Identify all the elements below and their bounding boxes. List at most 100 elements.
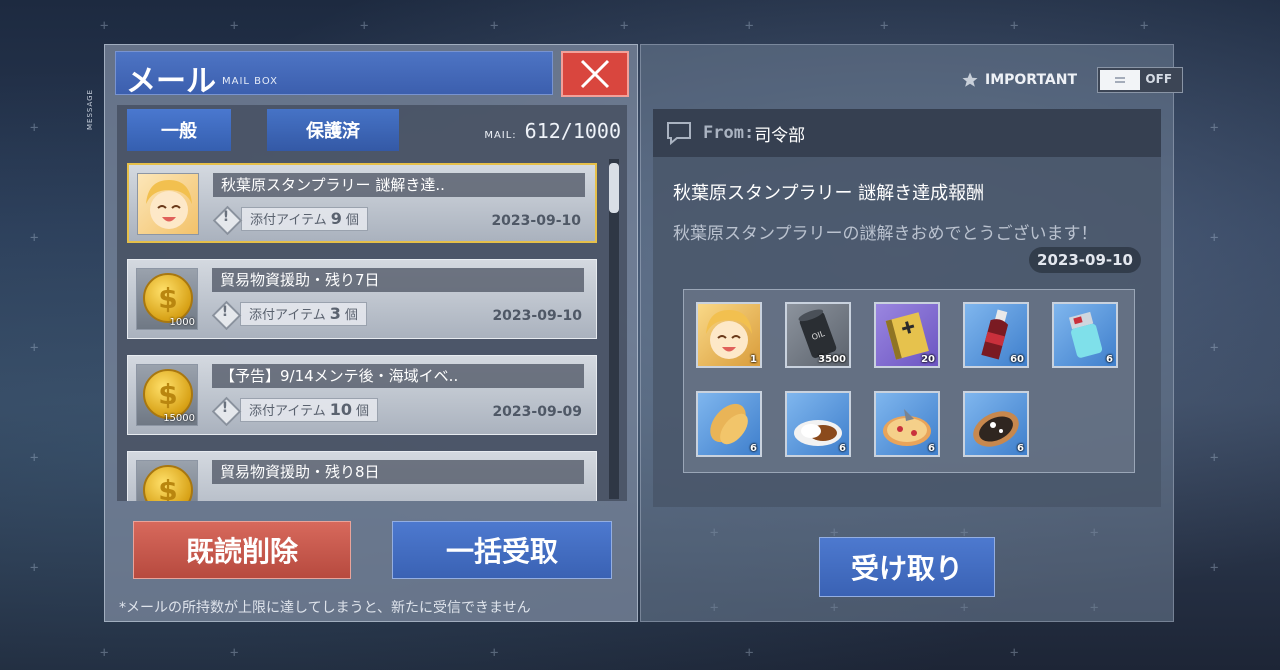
tab-protected[interactable]: 保護済 bbox=[267, 109, 399, 151]
grid-cross: + bbox=[1210, 340, 1219, 356]
grid-cross: + bbox=[230, 18, 239, 34]
mail-item[interactable]: 秋葉原スタンプラリー 謎解き達..! 添付アイテム 9 個 2023-09-10 bbox=[127, 163, 597, 243]
grid-cross: + bbox=[230, 645, 239, 661]
toggle-state: OFF bbox=[1145, 72, 1173, 86]
mail-item[interactable]: $15000 【予告】9/14メンテ後・海域イベ..! 添付アイテム 10 個 2023-… bbox=[127, 355, 597, 435]
grid-cross: + bbox=[30, 340, 39, 356]
grid-cross: + bbox=[360, 18, 369, 34]
grid-cross: + bbox=[30, 450, 39, 466]
grid-cross: + bbox=[880, 18, 889, 34]
detail-title: 秋葉原スタンプラリー 謎解き達成報酬 bbox=[673, 183, 985, 204]
exclamation-icon: ! bbox=[213, 206, 239, 232]
grid-cross: + bbox=[1010, 645, 1019, 661]
coin-icon: $1000 bbox=[136, 268, 198, 330]
delete-read-button[interactable]: 既読削除 bbox=[133, 521, 351, 579]
grid-cross: + bbox=[100, 645, 109, 661]
attached-items: 1 OIL 3500 20 60 6 6 6 6 6 bbox=[683, 289, 1135, 473]
attach-count: 添付アイテム 10 個 bbox=[240, 398, 378, 422]
attached-item[interactable]: 1 bbox=[696, 302, 762, 368]
grid-cross: + bbox=[30, 230, 39, 246]
item-count: 6 bbox=[1106, 354, 1113, 365]
grid-cross: + bbox=[745, 645, 754, 661]
mail-count-value: 612/1000 bbox=[524, 119, 621, 143]
mail-count-label: MAIL: bbox=[484, 130, 517, 141]
grid-cross: + bbox=[745, 18, 754, 34]
grid-cross: + bbox=[490, 18, 499, 34]
star-icon bbox=[962, 72, 978, 87]
mail-count: MAIL: 612/1000 bbox=[484, 119, 621, 143]
grid-cross: + bbox=[30, 560, 39, 576]
claim-all-button[interactable]: 一括受取 bbox=[392, 521, 612, 579]
character-icon bbox=[137, 173, 199, 235]
attached-item[interactable]: 6 bbox=[1052, 302, 1118, 368]
thumb-value: 15000 bbox=[163, 413, 195, 424]
item-count: 20 bbox=[921, 354, 935, 365]
mail-title: 貿易物資援助・残り8日 bbox=[212, 460, 584, 484]
item-count: 6 bbox=[1017, 443, 1024, 454]
exclamation-icon: ! bbox=[212, 397, 238, 423]
close-icon bbox=[580, 59, 610, 89]
grid-cross: + bbox=[1210, 560, 1219, 576]
mail-date: 2023-09-09 bbox=[492, 404, 582, 420]
exclamation-icon: ! bbox=[212, 301, 238, 327]
attached-item[interactable]: 6 bbox=[785, 391, 851, 457]
grid-cross: + bbox=[100, 18, 109, 34]
grid-cross: + bbox=[490, 645, 499, 661]
coin-icon: $ bbox=[136, 460, 198, 501]
grid-cross: + bbox=[30, 120, 39, 136]
mail-attachment: ! 添付アイテム 3 個 bbox=[212, 302, 367, 326]
item-count: 6 bbox=[750, 443, 757, 454]
detail-body: 秋葉原スタンプラリーの謎解きおめでとうございます！ bbox=[673, 224, 1098, 244]
mail-date: 2023-09-10 bbox=[492, 308, 582, 324]
detail-date: 2023-09-10 bbox=[1029, 247, 1141, 273]
grid-cross: + bbox=[1210, 450, 1219, 466]
mail-item[interactable]: $ 貿易物資援助・残り8日 bbox=[127, 451, 597, 501]
speech-bubble-icon bbox=[667, 122, 691, 146]
attached-item[interactable]: 6 bbox=[874, 391, 940, 457]
coin-icon: $15000 bbox=[136, 364, 198, 426]
mailbox-title: メール bbox=[126, 64, 216, 99]
grid-cross: + bbox=[1010, 18, 1019, 34]
mailbox-note: *メールの所持数が上限に達してしまうと、新たに受信できません bbox=[119, 600, 531, 616]
mailbox-inner: 一般 保護済 MAIL: 612/1000 秋葉原スタンプラリー 謎解き達..!… bbox=[117, 105, 627, 501]
important-filter: IMPORTANT OFF bbox=[961, 67, 1184, 93]
item-count: 1 bbox=[750, 354, 757, 365]
mailbox-panel: メール MAIL BOX 一般 保護済 MAIL: 612/1000 秋葉原スタ… bbox=[104, 44, 638, 622]
grid-cross: + bbox=[1140, 18, 1149, 34]
tab-general[interactable]: 一般 bbox=[127, 109, 231, 151]
claim-button[interactable]: 受け取り bbox=[819, 537, 995, 597]
attach-count: 添付アイテム 3 個 bbox=[240, 302, 367, 326]
attached-item[interactable]: 20 bbox=[874, 302, 940, 368]
mailbox-subtitle: MAIL BOX bbox=[222, 76, 278, 87]
grid-cross: + bbox=[620, 18, 629, 34]
mail-date: 2023-09-10 bbox=[491, 213, 581, 229]
scrollbar-thumb[interactable] bbox=[609, 163, 619, 213]
grid-cross: + bbox=[1210, 230, 1219, 246]
from-label: From: bbox=[703, 123, 755, 143]
mailbox-title-bar: メール MAIL BOX bbox=[115, 51, 553, 99]
mail-detail: From: 司令部 秋葉原スタンプラリー 謎解き達成報酬 秋葉原スタンプラリーの… bbox=[653, 109, 1161, 507]
from-bar: From: 司令部 bbox=[653, 109, 1161, 157]
mail-title: 貿易物資援助・残り7日 bbox=[212, 268, 584, 292]
item-count: 60 bbox=[1010, 354, 1024, 365]
mail-attachment: ! 添付アイテム 9 個 bbox=[213, 207, 368, 231]
important-toggle[interactable]: OFF bbox=[1097, 67, 1184, 93]
thumb-value: 1000 bbox=[169, 317, 195, 328]
side-tag: MESSAGE bbox=[86, 89, 94, 130]
attached-item[interactable]: 60 bbox=[963, 302, 1029, 368]
attached-item[interactable]: OIL 3500 bbox=[785, 302, 851, 368]
item-count: 3500 bbox=[818, 354, 846, 365]
mail-detail-panel: IMPORTANT OFF From: 司令部 秋葉原スタンプラリー 謎解き達成… bbox=[640, 44, 1184, 622]
mail-item[interactable]: $1000 貿易物資援助・残り7日! 添付アイテム 3 個 2023-09-10 bbox=[127, 259, 597, 339]
attached-item[interactable]: 6 bbox=[696, 391, 762, 457]
item-count: 6 bbox=[928, 443, 935, 454]
attach-count: 添付アイテム 9 個 bbox=[241, 207, 368, 231]
mail-title: 秋葉原スタンプラリー 謎解き達.. bbox=[213, 173, 585, 197]
mail-attachment: ! 添付アイテム 10 個 bbox=[212, 398, 378, 422]
mail-list-scrollbar[interactable] bbox=[609, 159, 619, 499]
mail-title: 【予告】9/14メンテ後・海域イベ.. bbox=[212, 364, 584, 388]
menu-lines-icon bbox=[1115, 77, 1126, 83]
close-button[interactable] bbox=[561, 51, 629, 97]
toggle-knob bbox=[1100, 70, 1141, 90]
attached-item[interactable]: 6 bbox=[963, 391, 1029, 457]
